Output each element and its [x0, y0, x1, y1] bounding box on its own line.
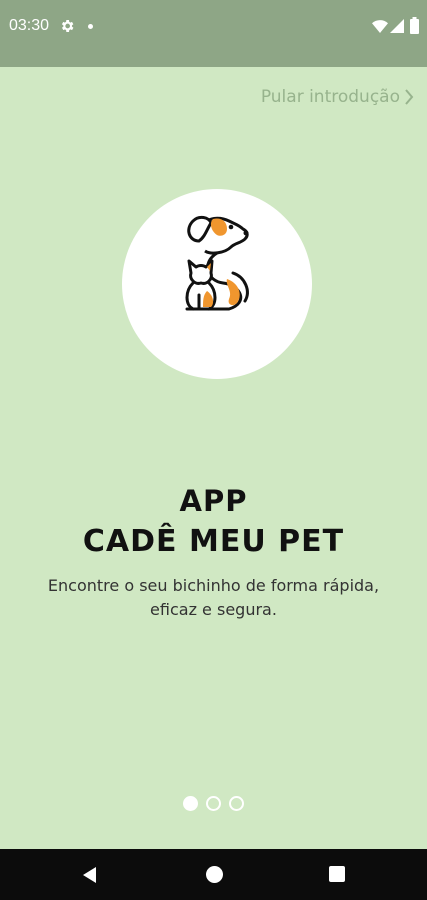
onboarding-description: Encontre o seu bichinho de forma rápida,…: [20, 574, 407, 622]
pet-logo-icon: [185, 215, 249, 311]
skip-intro-button[interactable]: Pular introdução: [261, 84, 414, 110]
description-line-1: Encontre o seu bichinho de forma rápida,: [47, 576, 380, 595]
skip-intro-label: Pular introdução: [260, 87, 400, 107]
logo-circle: [122, 189, 312, 379]
page-dot-3[interactable]: [229, 796, 244, 811]
app-title-line-1: APP: [179, 484, 248, 518]
page-dot-1[interactable]: [183, 796, 198, 811]
signal-icon: [390, 19, 404, 33]
battery-icon: [410, 17, 419, 34]
notification-dot-icon: [88, 24, 93, 29]
back-icon[interactable]: [81, 866, 99, 884]
app-title-line-2: CADÊ MEU PET: [82, 524, 345, 559]
home-icon[interactable]: [206, 866, 223, 883]
status-time: 03:30: [9, 17, 50, 34]
gear-icon: [61, 20, 74, 32]
chevron-right-icon: [405, 89, 414, 105]
page-dot-2[interactable]: [206, 796, 221, 811]
page-indicator: [0, 796, 427, 811]
description-line-2: eficaz e segura.: [150, 600, 277, 619]
wifi-icon: [372, 20, 388, 33]
recents-icon[interactable]: [329, 866, 345, 882]
status-bar: 03:30: [0, 0, 427, 67]
system-nav-bar: [0, 849, 427, 900]
